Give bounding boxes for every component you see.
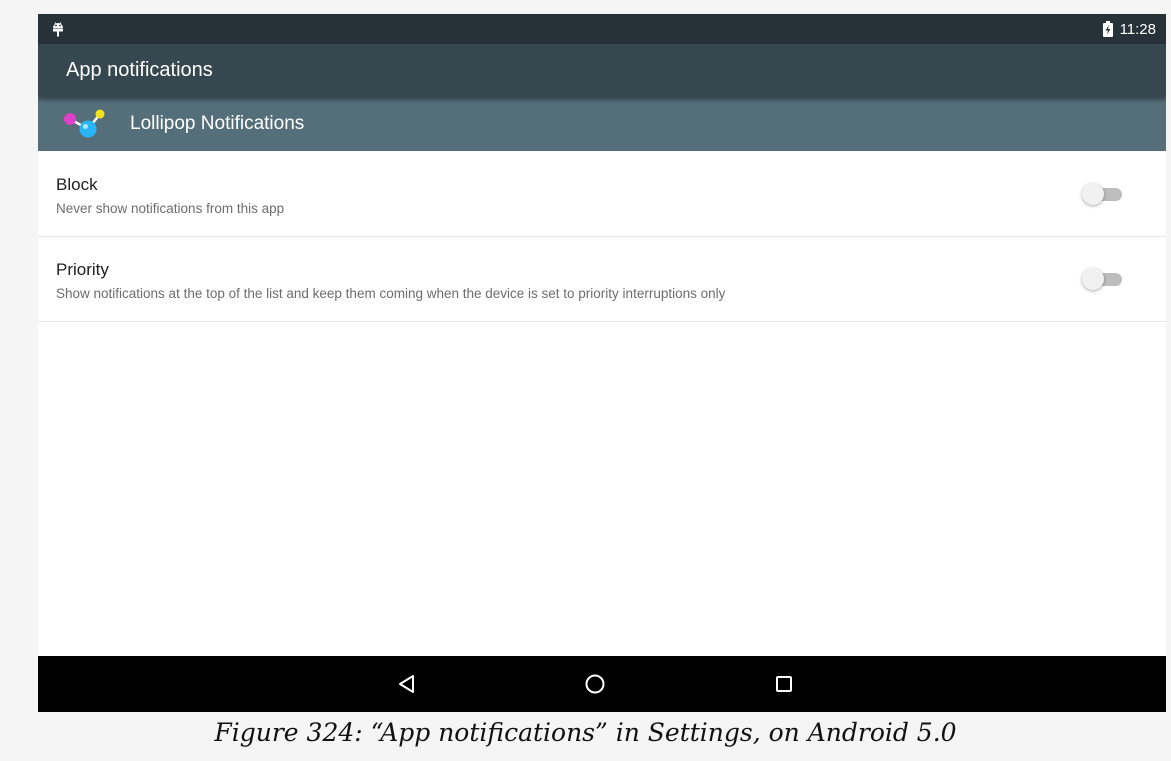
recents-button[interactable] <box>769 669 799 699</box>
navigation-bar <box>38 656 1166 712</box>
preference-title: Priority <box>56 260 109 279</box>
back-button[interactable] <box>392 669 422 699</box>
back-triangle-icon <box>399 675 414 693</box>
home-button[interactable] <box>580 669 610 699</box>
priority-switch[interactable] <box>1082 268 1126 290</box>
app-name: Lollipop Notifications <box>130 113 305 134</box>
preference-summary: Never show notifications from this app <box>56 201 285 216</box>
preference-summary: Show notifications at the top of the lis… <box>56 286 726 301</box>
switch-thumb <box>1082 268 1104 290</box>
preference-title: Block <box>56 175 98 194</box>
figure-caption: Figure 324: “App notifications” in Setti… <box>214 718 957 747</box>
status-right-group: 11:28 <box>1102 14 1156 44</box>
device-screen: 11:28 App notifications Lollipop Notific… <box>38 14 1166 712</box>
home-circle-icon <box>585 674 605 694</box>
status-time: 11:28 <box>1119 20 1156 38</box>
preference-priority[interactable]: Priority Show notifications at the top o… <box>38 236 1166 322</box>
molecule-app-icon <box>64 109 105 138</box>
app-bar: App notifications <box>38 44 1166 97</box>
android-debug-icon <box>53 22 63 37</box>
page-title: App notifications <box>66 59 213 81</box>
app-header[interactable]: Lollipop Notifications <box>38 97 1166 151</box>
status-bar: 11:28 <box>38 14 1166 44</box>
block-switch[interactable] <box>1082 183 1126 205</box>
preference-block[interactable]: Block Never show notifications from this… <box>38 151 1166 237</box>
switch-thumb <box>1082 183 1104 205</box>
battery-charging-icon <box>1102 21 1113 37</box>
recents-square-icon <box>776 676 792 692</box>
